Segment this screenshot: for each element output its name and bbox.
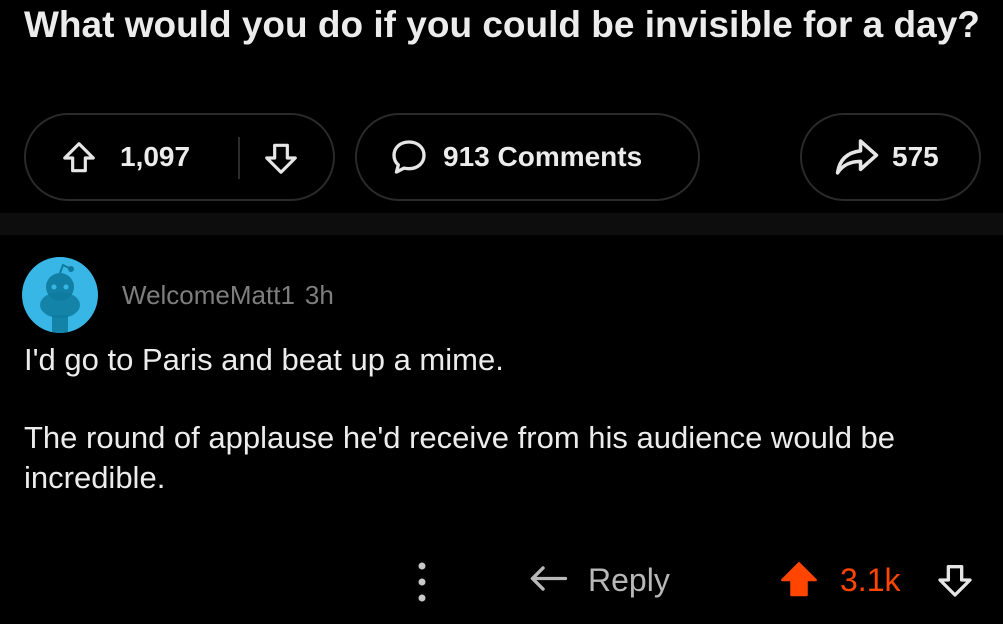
post-title: What would you do if you could be invisi… — [24, 4, 980, 45]
comment-paragraph: The round of applause he'd receive from … — [24, 420, 896, 495]
vertical-dots-icon[interactable] — [410, 556, 434, 608]
comment-score: 3.1k — [840, 562, 901, 598]
comment-paragraph: I'd go to Paris and beat up a mime. — [24, 342, 504, 377]
comments-button[interactable]: 913 Comments — [355, 113, 700, 201]
speech-bubble-icon — [392, 140, 426, 174]
comments-count: 913 Comments — [443, 141, 643, 172]
avatar[interactable] — [22, 257, 98, 333]
downvote-icon[interactable] — [935, 560, 975, 600]
section-divider — [0, 213, 1003, 235]
comment-meta: WelcomeMatt1 3h — [122, 280, 334, 311]
snoo-avatar-icon — [40, 263, 80, 333]
vote-divider — [238, 137, 240, 179]
comment-body: I'd go to Paris and beat up a mime. The … — [24, 340, 984, 498]
downvote-icon[interactable] — [262, 139, 300, 177]
upvote-icon[interactable] — [60, 139, 98, 177]
reply-arrow-icon — [530, 566, 568, 591]
share-button[interactable]: 575 — [800, 113, 981, 201]
reply-button[interactable]: Reply — [528, 552, 670, 608]
comment-username[interactable]: WelcomeMatt1 — [122, 280, 295, 310]
post-action-bar: 1,097 913 Comments 575 — [0, 113, 1003, 203]
comment-action-bar: Reply 3.1k — [0, 552, 1003, 612]
comment-timestamp: 3h — [304, 280, 334, 310]
upvote-active-icon[interactable] — [778, 560, 820, 600]
share-arrow-icon — [835, 139, 879, 175]
share-count: 575 — [892, 141, 939, 172]
upvote-count: 1,097 — [120, 141, 191, 172]
vote-pill: 1,097 — [24, 113, 335, 201]
reply-label: Reply — [588, 561, 670, 598]
